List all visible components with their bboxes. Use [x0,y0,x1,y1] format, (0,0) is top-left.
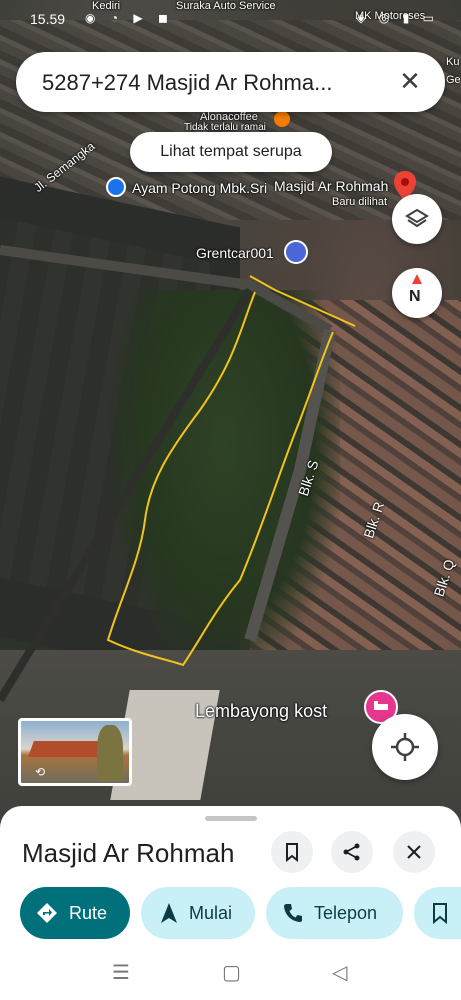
call-label: Telepon [314,903,378,923]
map-label-masjid-sub: Baru dilihat [332,196,388,208]
status-bar: 15.59 ◉ ◔ ▶ ◼ ◈ ◎ ▮ ▭ [0,0,461,34]
save-action-button[interactable] [414,887,461,939]
compass-label: N [409,288,421,305]
360-icon: ⟲ [35,765,46,779]
back-icon[interactable]: ◁ [332,960,347,985]
cafe-pin-icon[interactable] [274,111,290,127]
map-label-grentcar[interactable]: Grentcar001 [196,245,274,261]
map-label-edge-2: Ge [446,74,461,86]
close-icon [407,845,421,859]
route-button[interactable]: Rute [20,887,130,939]
home-icon[interactable]: ▢ [222,960,241,985]
search-box[interactable]: 5287+274 Masjid Ar Rohma... ✕ [16,52,445,112]
thumbnail-tree [97,725,123,781]
map-label-ayam[interactable]: Ayam Potong Mbk.Sri [132,180,267,196]
sheet-drag-handle[interactable] [205,816,257,821]
map-label-edge-1: Ku [446,56,460,68]
share-icon [343,843,360,861]
car-rental-pin-icon[interactable] [284,240,308,264]
route-label: Rute [69,903,108,923]
navigation-arrow-icon [161,903,177,923]
layers-icon [405,208,429,228]
directions-icon [37,903,57,923]
similar-places-chip[interactable]: Lihat tempat serupa [130,132,332,172]
place-title: Masjid Ar Rohmah [22,838,235,868]
start-button[interactable]: Mulai [141,887,255,939]
system-navigation-bar: ☰ ▢ ◁ [0,950,461,1000]
map-label-lembayong[interactable]: Lembayong kost [195,701,327,722]
bookmark-icon [286,843,298,862]
my-location-icon [391,733,419,761]
street-view-thumbnail[interactable]: ⟲ [18,718,132,786]
my-location-button[interactable] [372,714,438,780]
close-icon[interactable]: ✕ [395,66,425,96]
recents-icon[interactable]: ☰ [112,960,130,985]
bookmark-icon [433,903,447,924]
map-label-masjid[interactable]: Masjid Ar Rohmah [274,178,388,194]
layers-button[interactable] [392,194,442,244]
status-system-icons: ◈ ◎ ▮ ▭ [356,11,439,25]
status-time: 15.59 [30,11,66,27]
close-sheet-button[interactable] [393,831,435,873]
compass-button[interactable]: N [392,268,442,318]
share-button[interactable] [331,831,373,873]
status-notification-icons: ◉ ◔ ▶ ◼ [85,11,174,25]
search-query-text[interactable]: 5287+274 Masjid Ar Rohma... [42,70,332,96]
thumbnail-roof [28,741,104,757]
call-button[interactable]: Telepon [266,887,403,939]
save-button[interactable] [271,831,313,873]
shop-pin-icon[interactable] [106,177,126,197]
phone-icon [284,904,302,922]
start-label: Mulai [189,903,233,923]
